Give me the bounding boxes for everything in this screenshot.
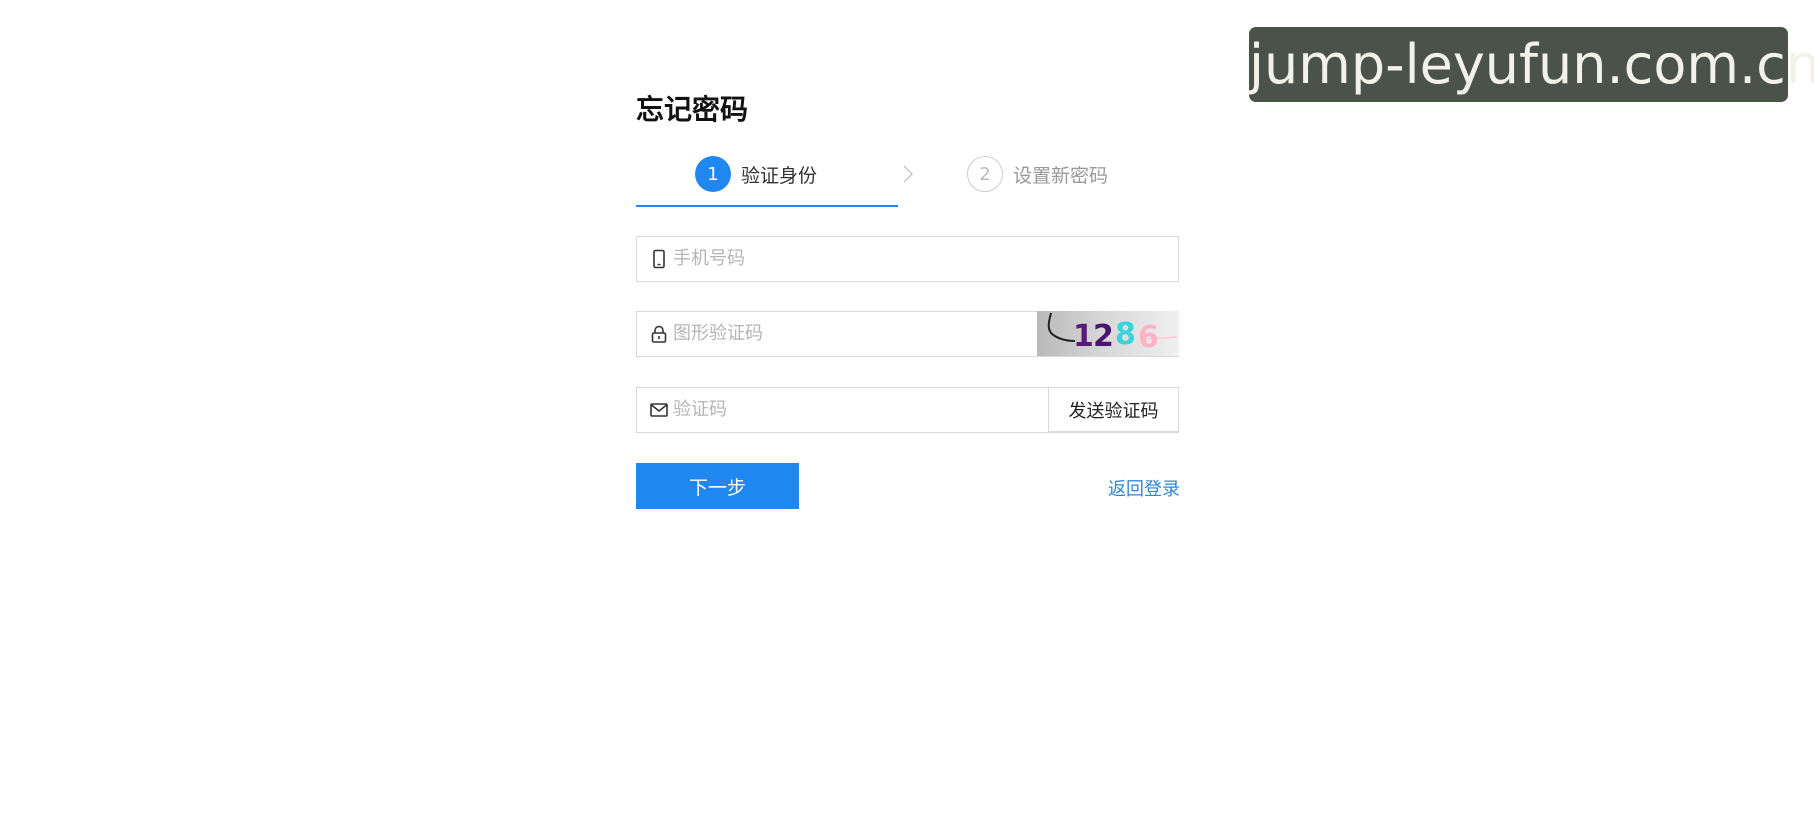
step-set-new-password[interactable]: 2 设置新密码: [967, 156, 1108, 192]
svg-text:6: 6: [1138, 320, 1159, 355]
captcha-image[interactable]: 1 2 8 6: [1037, 311, 1179, 356]
svg-text:1: 1: [1073, 319, 1094, 354]
captcha-field: 1 2 8 6: [636, 311, 1179, 357]
back-to-login-link[interactable]: 返回登录: [1108, 475, 1180, 501]
watermark-banner: jump-leyufun.com.cn: [1249, 27, 1814, 102]
send-code-button[interactable]: 发送验证码: [1048, 387, 1179, 432]
step-number-badge: 2: [967, 156, 1003, 192]
next-step-button[interactable]: 下一步: [636, 463, 799, 509]
captcha-glyphs: 1 2 8 6: [1047, 312, 1178, 355]
mail-icon: [650, 403, 668, 417]
step-number-badge: 1: [695, 156, 731, 192]
mobile-phone-icon: [653, 249, 665, 269]
forgot-password-page: jump-leyufun.com.cn 忘记密码 1 验证身份 2 设置新密码: [0, 0, 1814, 821]
svg-text:2: 2: [1093, 319, 1114, 354]
chevron-right-icon: [903, 165, 914, 183]
lock-icon: [651, 325, 667, 343]
step-verify-identity[interactable]: 1 验证身份: [695, 156, 817, 192]
verification-code-field: 发送验证码: [636, 387, 1179, 433]
verification-code-input[interactable]: [673, 388, 1043, 431]
step-indicator: 1 验证身份 2 设置新密码: [636, 150, 1180, 208]
phone-field: [636, 236, 1179, 282]
captcha-input[interactable]: [673, 312, 1013, 355]
step-label: 验证身份: [741, 164, 818, 187]
active-step-underline: [636, 205, 898, 207]
page-title: 忘记密码: [636, 93, 749, 126]
phone-input[interactable]: [673, 237, 1163, 280]
step-label: 设置新密码: [1013, 164, 1109, 187]
svg-text:8: 8: [1115, 317, 1136, 352]
